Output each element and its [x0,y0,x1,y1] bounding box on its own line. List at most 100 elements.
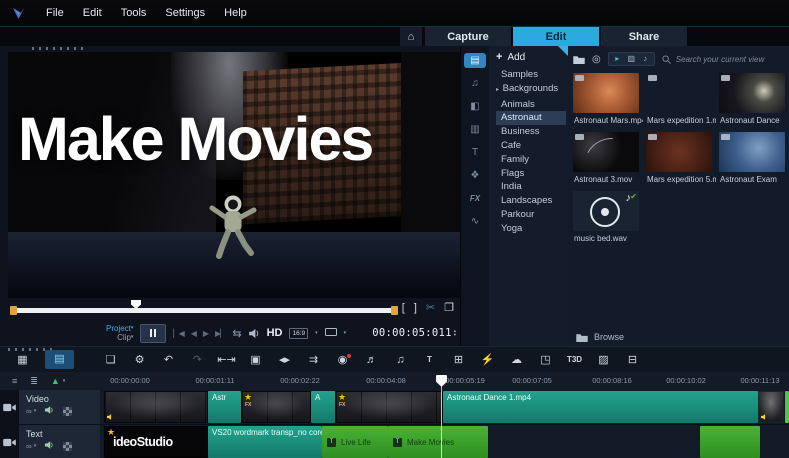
filters-icon[interactable]: FX [464,191,486,206]
audio-thumbnail[interactable]: ♪ ✔ [573,191,639,231]
video-track-body[interactable]: Astr ★ FX A ★ FX Astronaut Dance 1.mp4 [100,390,789,424]
title-clip[interactable]: T Make Movies [388,426,488,458]
record-capture-option-button[interactable]: ▣ [241,353,270,366]
go-to-end-button[interactable]: ▶▏ [215,329,225,338]
folder-parkour[interactable]: Parkour [496,208,568,222]
3d-title-editor-button[interactable]: T3D [560,355,589,364]
ripple-edit-button[interactable]: ⇉ [299,353,328,366]
link-caret-icon[interactable]: ▾ [34,408,37,414]
folder-india[interactable]: India [496,180,568,194]
multicam-grid-button[interactable]: ⊞ [444,353,473,366]
timeline-ruler[interactable]: 00:00:00:00 00:00:01:11 00:00:02:22 00:0… [100,372,789,390]
track-mute-icon[interactable] [45,406,54,416]
title-presets-icon[interactable]: ▥ [464,122,486,137]
split-clip-button[interactable]: ✂ [426,301,435,314]
multicam-editor-button[interactable]: ⊟ [618,353,647,366]
menu-edit[interactable]: Edit [83,7,102,19]
import-media-icon[interactable] [573,55,585,64]
track-manager-icon[interactable]: ≡ [12,376,17,386]
folder-yoga[interactable]: Yoga [496,222,568,236]
media-item[interactable]: ♪ ✔ music bed.wav [573,191,643,247]
video-clip[interactable]: Astronaut Dance 1.mp4 [443,391,758,423]
clip-mode-toggle[interactable]: Clip▾ [117,333,133,342]
trim-start-handle[interactable] [10,306,17,315]
volume-icon[interactable] [249,329,260,338]
media-item[interactable]: Mars expedition 1.mp4 [646,73,716,129]
search-input[interactable] [674,54,782,65]
video-thumbnail[interactable] [573,132,639,172]
project-mode-toggle[interactable]: Project▾ [106,324,133,333]
aspect-ratio-button[interactable]: 16:9 [289,328,308,339]
menu-settings[interactable]: Settings [165,7,205,19]
video-clip[interactable]: Astr [208,391,241,423]
timeline-view-button[interactable]: ▤ [45,350,74,369]
scrubber-playhead[interactable] [131,300,141,309]
playhead-marker[interactable] [436,375,447,387]
undo-button[interactable]: ↶ [154,353,183,366]
menu-tools[interactable]: Tools [121,7,147,19]
folder-astronaut[interactable]: Astronaut [496,111,566,125]
duplicate-button[interactable]: ❏ [96,353,125,366]
browse-button[interactable]: Browse [576,332,624,342]
motion-tracking-button[interactable]: ⚡ [473,353,502,366]
subtitle-editor-button[interactable]: ☁ [502,353,531,366]
previous-frame-button[interactable]: ◀ [191,329,196,338]
folder-samples[interactable]: Samples [496,68,568,82]
media-library-icon[interactable]: ▤ [464,53,486,68]
add-track-icon[interactable]: ▲ [51,376,60,386]
track-mute-icon[interactable] [45,441,54,451]
title-clip[interactable]: VS20 wordmark transp_no corel [208,426,322,458]
media-item[interactable]: Astronaut Mars.mp4 [573,73,643,129]
go-to-start-button[interactable]: ▏◀ [173,329,183,338]
timecode-stepper[interactable]: ▴▾ [454,329,456,337]
instant-project-icon[interactable]: ♫ [464,76,486,91]
media-item[interactable]: Mars expedition 5.mp4 [646,132,716,188]
tab-edit[interactable]: Edit [513,27,599,47]
track-transparency-icon[interactable] [63,407,72,416]
folder-flags[interactable]: Flags [496,167,568,181]
enlarge-preview-button[interactable]: ❐ [444,301,454,314]
redo-button[interactable]: ↷ [183,353,212,366]
media-item[interactable]: Astronaut Dance [719,73,789,129]
video-clip-end-thumbnail[interactable] [758,391,784,423]
hd-quality-label[interactable]: HD [267,327,283,339]
video-clip[interactable] [104,391,208,423]
storyboard-view-button[interactable]: ▦ [8,353,37,366]
video-thumbnail[interactable] [646,132,712,172]
display-mode-icon[interactable] [325,328,337,339]
video-thumbnail[interactable] [719,73,785,113]
mask-creator-button[interactable]: ◳ [531,353,560,366]
video-clip[interactable]: ★ FX [241,391,311,423]
sound-mixer-button[interactable]: ♬ [357,354,386,366]
media-item[interactable]: Astronaut Exam [719,132,789,188]
folder-cafe[interactable]: Cafe [496,139,568,153]
video-thumbnail[interactable] [573,73,639,113]
link-icon[interactable]: ∞ [26,442,32,451]
fit-project-button[interactable]: ⇤⇥ [212,353,241,366]
title-icon[interactable]: T [464,145,486,160]
repeat-button[interactable]: ⇆ [232,327,241,340]
video-clip[interactable] [785,391,789,423]
text-track-camera-icon[interactable] [0,425,19,458]
folder-animals[interactable]: Animals [496,98,568,112]
media-wheel-button[interactable]: ◉ [328,353,357,366]
mark-in-button[interactable]: [ [402,302,405,314]
track-list-icon[interactable]: ≣ [30,376,38,387]
auto-music-button[interactable]: ♫ [386,354,415,366]
tab-capture[interactable]: Capture [425,27,511,47]
aspect-caret-icon[interactable]: ▾ [315,330,318,336]
tab-share[interactable]: Share [601,27,687,47]
text-track-body[interactable]: ★ ideoStudio VS20 wordmark transp_no cor… [100,425,789,458]
pause-button[interactable] [140,324,166,343]
mark-out-button[interactable]: ] [414,302,417,314]
add-track-caret-icon[interactable]: ▾ [63,378,66,384]
display-caret-icon[interactable]: ▾ [344,330,347,336]
playhead-line[interactable] [441,387,442,458]
video-thumbnail[interactable] [646,73,712,113]
tools-button[interactable]: ⚙ [125,353,154,366]
title-clip[interactable] [700,426,760,458]
next-frame-button[interactable]: ▶ [203,329,208,338]
title-clip[interactable]: ★ ideoStudio [104,426,208,458]
graphics-icon[interactable]: ❖ [464,168,486,183]
preview-timecode[interactable]: 00:00:05:011 [372,327,451,339]
